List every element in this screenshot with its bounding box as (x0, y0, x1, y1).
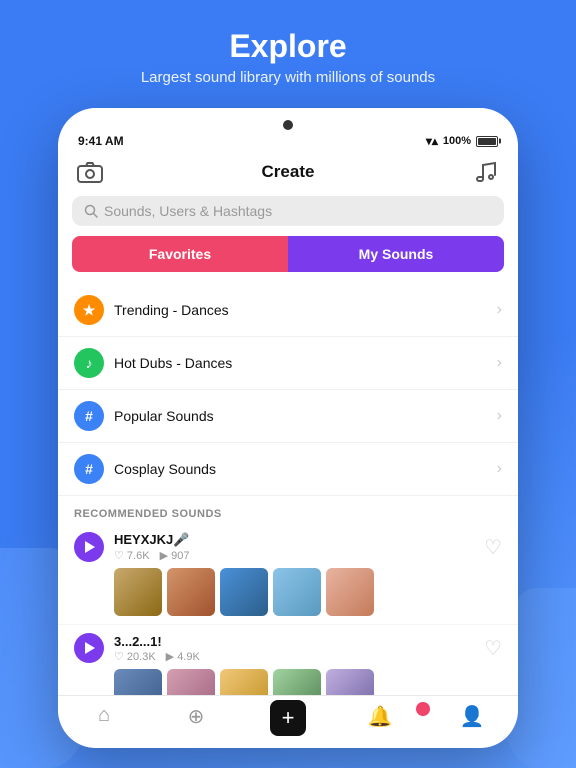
thumbnail (220, 669, 268, 695)
thumbnail (273, 669, 321, 695)
nav-notifications[interactable]: 🔔 (334, 704, 426, 736)
sound-item: HEYXJKJ🎤 ♡ 7.6K ▶ 907 ♡ (58, 524, 518, 625)
sound-stats: ♡ 20.3K ▶ 4.9K (114, 650, 474, 663)
bottom-nav: ⌂ ⊕ + 🔔 👤 (58, 695, 518, 748)
play-icon (85, 642, 95, 654)
filter-tabs: Favorites My Sounds (72, 236, 504, 272)
list-item[interactable]: ★ Trending - Dances › (58, 284, 518, 337)
chevron-right-icon: › (497, 354, 502, 372)
bell-icon: 🔔 (368, 704, 393, 729)
nav-create[interactable]: + (242, 704, 334, 736)
play-count: ▶ 907 (160, 549, 190, 562)
recommended-section: RECOMMENDED SOUNDS HEYXJKJ🎤 ♡ 7.6K (58, 496, 518, 695)
category-label: Popular Sounds (114, 408, 497, 424)
music-note-button[interactable] (470, 156, 502, 188)
sound-name: 3...2...1! (114, 634, 474, 649)
thumbnail (220, 568, 268, 616)
list-item[interactable]: # Cosplay Sounds › (58, 443, 518, 496)
status-right: ▾▴ 100% (426, 134, 498, 148)
search-icon (84, 204, 98, 218)
nav-search[interactable]: ⊕ (150, 704, 242, 736)
hotdubs-icon: ♪ (74, 348, 104, 378)
device-frame: 9:41 AM ▾▴ 100% Cr (58, 108, 518, 748)
play-icon (85, 541, 95, 553)
sound-stats: ♡ 7.6K ▶ 907 (114, 549, 474, 562)
battery-percent: 100% (443, 135, 471, 147)
thumbnail (167, 568, 215, 616)
sound-item: 3...2...1! ♡ 20.3K ▶ 4.9K ♡ (58, 625, 518, 695)
battery-fill (478, 138, 496, 145)
cosplay-icon: # (74, 454, 104, 484)
chevron-right-icon: › (497, 407, 502, 425)
tab-favorites[interactable]: Favorites (72, 236, 288, 272)
thumbnail (326, 669, 374, 695)
content-scroll[interactable]: ★ Trending - Dances › ♪ Hot Dubs - Dance… (58, 284, 518, 695)
search-nav-icon: ⊕ (188, 704, 205, 729)
camera-button[interactable] (74, 156, 106, 188)
sound-thumbnails (114, 568, 502, 616)
favorite-button[interactable]: ♡ (484, 535, 502, 560)
sound-info: HEYXJKJ🎤 ♡ 7.6K ▶ 907 (114, 532, 474, 562)
list-item[interactable]: # Popular Sounds › (58, 390, 518, 443)
play-button[interactable] (74, 532, 104, 562)
thumbnail (273, 568, 321, 616)
popular-icon: # (74, 401, 104, 431)
play-count: ▶ 4.9K (166, 650, 200, 663)
wifi-icon: ▾▴ (426, 134, 438, 148)
category-list: ★ Trending - Dances › ♪ Hot Dubs - Dance… (58, 284, 518, 496)
plus-button[interactable]: + (270, 700, 306, 736)
trending-icon: ★ (74, 295, 104, 325)
chevron-right-icon: › (497, 301, 502, 319)
heart-icon: ♡ 7.6K (114, 549, 150, 562)
chevron-right-icon: › (497, 460, 502, 478)
thumbnail (114, 669, 162, 695)
search-bar[interactable]: Sounds, Users & Hashtags (72, 196, 504, 226)
battery-icon (476, 136, 498, 147)
favorite-button[interactable]: ♡ (484, 636, 502, 661)
nav-home[interactable]: ⌂ (58, 704, 150, 736)
home-icon: ⌂ (98, 704, 110, 727)
hero-section: Explore Largest sound library with milli… (0, 0, 576, 106)
app-header: Create (58, 152, 518, 196)
camera-dot (283, 120, 293, 130)
header-title: Create (262, 162, 315, 182)
search-placeholder: Sounds, Users & Hashtags (104, 203, 272, 219)
status-bar: 9:41 AM ▾▴ 100% (58, 130, 518, 152)
category-label: Cosplay Sounds (114, 461, 497, 477)
list-item[interactable]: ♪ Hot Dubs - Dances › (58, 337, 518, 390)
nav-profile[interactable]: 👤 (426, 704, 518, 736)
notification-badge (416, 702, 430, 716)
sound-top: 3...2...1! ♡ 20.3K ▶ 4.9K ♡ (74, 633, 502, 663)
tab-my-sounds[interactable]: My Sounds (288, 236, 504, 272)
sound-info: 3...2...1! ♡ 20.3K ▶ 4.9K (114, 634, 474, 663)
thumbnail (167, 669, 215, 695)
sound-name: HEYXJKJ🎤 (114, 532, 474, 548)
thumbnail (114, 568, 162, 616)
thumbnail (326, 568, 374, 616)
recommended-header: RECOMMENDED SOUNDS (58, 496, 518, 524)
page-background: Explore Largest sound library with milli… (0, 0, 576, 768)
profile-icon: 👤 (460, 704, 485, 729)
hero-subtitle: Largest sound library with millions of s… (20, 69, 556, 86)
hero-title: Explore (20, 28, 556, 65)
sound-top: HEYXJKJ🎤 ♡ 7.6K ▶ 907 ♡ (74, 532, 502, 562)
heart-icon: ♡ 20.3K (114, 650, 156, 663)
play-button[interactable] (74, 633, 104, 663)
category-label: Hot Dubs - Dances (114, 355, 497, 371)
status-time: 9:41 AM (78, 134, 124, 148)
sound-thumbnails (114, 669, 502, 695)
device-inner: 9:41 AM ▾▴ 100% Cr (58, 108, 518, 748)
category-label: Trending - Dances (114, 302, 497, 318)
